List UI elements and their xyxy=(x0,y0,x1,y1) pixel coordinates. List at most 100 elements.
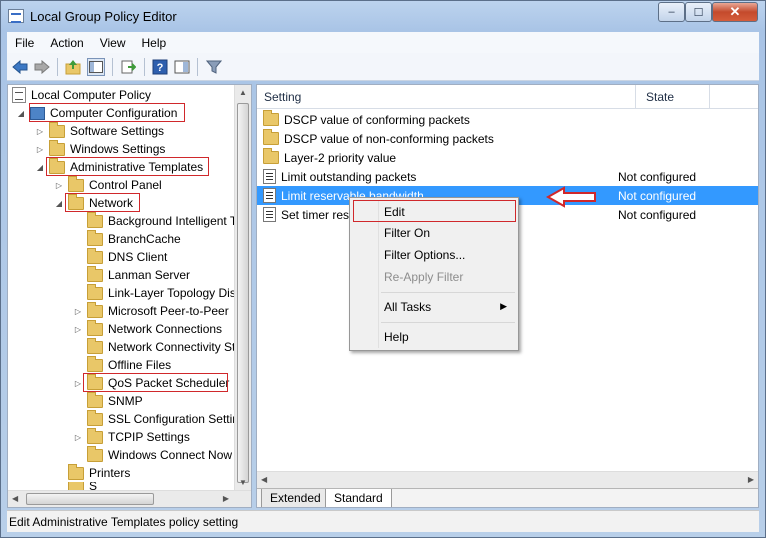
list-horizontal-scrollbar[interactable]: ◀ ▶ xyxy=(257,471,758,488)
menu-view[interactable]: View xyxy=(92,36,134,50)
tree-item-network-child[interactable]: Background Intelligent T xyxy=(73,211,237,230)
close-button[interactable]: ✕ xyxy=(712,2,758,22)
tree-item-qos-packet-scheduler[interactable]: ▷ QoS Packet Scheduler xyxy=(73,373,230,392)
menu-item-reapply-filter: Re-Apply Filter xyxy=(384,269,464,284)
list-item-folder[interactable]: Layer-2 priority value xyxy=(257,148,758,167)
tree-item-windows-settings[interactable]: ▷ Windows Settings xyxy=(35,139,165,158)
export-list-icon[interactable] xyxy=(119,58,137,76)
tab-standard[interactable]: Standard xyxy=(325,489,392,507)
expand-arrow-icon[interactable]: ▷ xyxy=(35,127,45,136)
tree-item-network-child[interactable]: Network Connectivity St xyxy=(73,337,235,356)
scroll-right-icon[interactable]: ▶ xyxy=(748,475,754,484)
tree-vertical-scrollbar[interactable]: ▲ ▼ xyxy=(234,85,251,490)
collapse-arrow-icon[interactable]: ◢ xyxy=(54,199,64,208)
column-header-setting[interactable]: Setting xyxy=(264,90,301,104)
folder-icon xyxy=(87,319,103,336)
tree-item-label: Administrative Templates xyxy=(70,160,204,174)
tree-item-printers[interactable]: Printers xyxy=(54,463,130,482)
column-header-state[interactable]: State xyxy=(646,90,674,104)
tree-item-label: Network Connections xyxy=(108,322,223,336)
help-icon[interactable]: ? xyxy=(151,58,169,76)
setting-state: Not configured xyxy=(618,169,697,184)
folder-icon xyxy=(87,247,103,264)
tree-item-network-child[interactable]: SSL Configuration Settin xyxy=(73,409,239,428)
folder-icon xyxy=(68,175,84,192)
minimize-button[interactable]: – xyxy=(658,2,685,22)
properties-pane-icon[interactable] xyxy=(173,58,191,76)
tree-horizontal-scrollbar[interactable]: ◀ ▶ xyxy=(8,490,251,507)
tree-item-network-child[interactable]: DNS Client xyxy=(73,247,167,266)
scroll-up-icon[interactable]: ▲ xyxy=(239,88,247,97)
show-hide-tree-icon[interactable] xyxy=(87,58,105,76)
scroll-thumb[interactable] xyxy=(237,103,249,483)
expand-arrow-icon[interactable]: ▷ xyxy=(73,433,83,442)
tree-item-software-settings[interactable]: ▷ Software Settings xyxy=(35,121,164,140)
scroll-left-icon[interactable]: ◀ xyxy=(12,494,18,503)
menu-item-help[interactable]: Help xyxy=(353,326,515,347)
tree-item-label: TCPIP Settings xyxy=(108,430,190,444)
list-item-folder[interactable]: DSCP value of conforming packets xyxy=(257,110,758,129)
setting-name: Limit outstanding packets xyxy=(281,169,417,184)
title-bar[interactable]: Local Group Policy Editor – ☐ ✕ xyxy=(1,1,765,32)
scroll-right-icon[interactable]: ▶ xyxy=(223,494,229,503)
list-header: Setting State xyxy=(257,85,758,109)
tree-item-network-child[interactable]: BranchCache xyxy=(73,229,181,248)
tree-item-local-computer-policy[interactable]: Local Computer Policy xyxy=(12,86,151,104)
folder-icon xyxy=(263,148,279,164)
expand-arrow-icon[interactable]: ▷ xyxy=(73,379,83,388)
tree-item-network-child[interactable]: Windows Connect Now xyxy=(73,445,232,464)
back-icon[interactable] xyxy=(11,58,29,76)
tree-item-network[interactable]: ◢ Network xyxy=(54,193,133,212)
folder-icon xyxy=(87,229,103,246)
status-text: Edit Administrative Templates policy set… xyxy=(9,514,239,529)
window: Local Group Policy Editor – ☐ ✕ File Act… xyxy=(0,0,766,538)
tree-item-control-panel[interactable]: ▷ Control Panel xyxy=(54,175,162,194)
gpedit-app-icon xyxy=(8,9,24,23)
tree-item-network-child[interactable]: ▷ Network Connections xyxy=(73,319,223,338)
collapse-arrow-icon[interactable]: ◢ xyxy=(16,109,26,118)
tree-item-network-child[interactable]: ▷ TCPIP Settings xyxy=(73,427,190,446)
scroll-left-icon[interactable]: ◀ xyxy=(261,475,267,484)
tree-item-label: Local Computer Policy xyxy=(31,88,152,102)
collapse-arrow-icon[interactable]: ◢ xyxy=(35,163,45,172)
scroll-thumb[interactable] xyxy=(26,493,154,505)
menu-action[interactable]: Action xyxy=(42,36,91,50)
menu-item-filter-on[interactable]: Filter On xyxy=(353,222,515,243)
list-item-setting[interactable]: Limit outstanding packets Not configured xyxy=(257,167,758,186)
menu-item-filter-options[interactable]: Filter Options... xyxy=(353,244,515,265)
menu-item-all-tasks[interactable]: All Tasks ▶ xyxy=(353,296,515,317)
tree-item-network-child[interactable]: Offline Files xyxy=(73,355,171,374)
tree-item-label: Computer Configuration xyxy=(50,106,178,120)
tree-item-partial[interactable]: S xyxy=(54,482,97,490)
expand-arrow-icon[interactable]: ▷ xyxy=(73,307,83,316)
menu-item-edit[interactable]: Edit xyxy=(353,201,515,222)
tree-item-administrative-templates[interactable]: ◢ Administrative Templates xyxy=(35,157,204,176)
tree-item-network-child[interactable]: SNMP xyxy=(73,391,143,410)
tree-item-label: QoS Packet Scheduler xyxy=(108,376,230,390)
scroll-down-icon[interactable]: ▼ xyxy=(239,478,247,487)
maximize-button[interactable]: ☐ xyxy=(685,2,712,22)
forward-icon[interactable] xyxy=(33,58,51,76)
expand-arrow-icon[interactable]: ▷ xyxy=(73,325,83,334)
expand-arrow-icon[interactable]: ▷ xyxy=(54,181,64,190)
tree-item-network-child[interactable]: Lanman Server xyxy=(73,265,190,284)
filter-icon[interactable] xyxy=(205,58,223,76)
folder-icon xyxy=(68,482,84,490)
tree-item-network-child[interactable]: Link-Layer Topology Dis xyxy=(73,283,236,302)
setting-icon xyxy=(263,207,276,222)
status-bar: Edit Administrative Templates policy set… xyxy=(7,510,759,532)
expand-arrow-icon[interactable]: ▷ xyxy=(35,145,45,154)
menu-help[interactable]: Help xyxy=(134,36,175,50)
tree-item-label: Link-Layer Topology Dis xyxy=(108,286,236,300)
setting-name: Layer-2 priority value xyxy=(284,150,397,165)
submenu-arrow-icon: ▶ xyxy=(500,301,507,311)
tree-item-computer-configuration[interactable]: ◢ Computer Configuration xyxy=(16,104,177,122)
tree-item-network-child[interactable]: ▷ Microsoft Peer-to-Peer xyxy=(73,301,229,320)
menu-file[interactable]: File xyxy=(7,36,42,50)
up-folder-icon[interactable] xyxy=(64,58,82,76)
list-item-folder[interactable]: DSCP value of non-conforming packets xyxy=(257,129,758,148)
tab-extended[interactable]: Extended xyxy=(261,489,330,507)
menu-item-label: All Tasks xyxy=(384,299,432,314)
setting-name: DSCP value of non-conforming packets xyxy=(284,131,494,146)
folder-icon xyxy=(87,301,103,318)
